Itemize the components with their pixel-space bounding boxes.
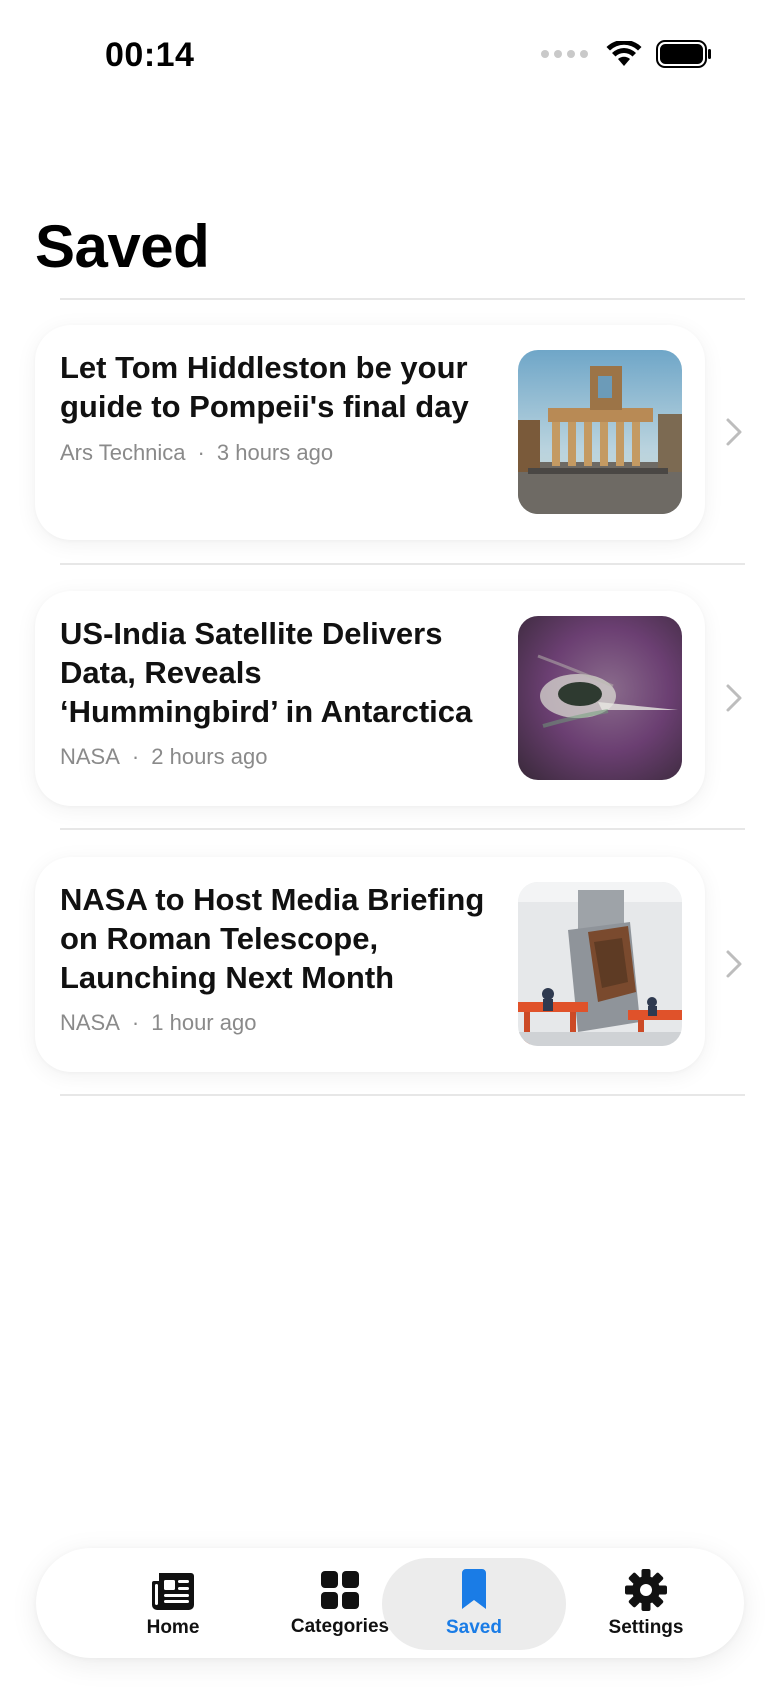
tab-bar: Home Categories Saved Settings: [36, 1548, 744, 1658]
article-title: NASA to Host Media Briefing on Roman Tel…: [60, 882, 485, 995]
page-title: Saved: [35, 213, 210, 280]
article-thumbnail: [518, 616, 682, 780]
chevron-right-icon[interactable]: [725, 949, 743, 979]
article-title: US-India Satellite Delivers Data, Reveal…: [60, 616, 473, 729]
status-time: 00:14: [105, 36, 195, 74]
article-title: Let Tom Hiddleston be your guide to Pomp…: [60, 350, 469, 424]
tab-label: Home: [146, 1617, 200, 1638]
meta-separator: ·: [131, 744, 140, 769]
divider: [60, 1094, 745, 1096]
article-meta: Ars Technica · 3 hours ago: [60, 440, 333, 466]
divider: [60, 298, 745, 300]
tab-saved[interactable]: Saved: [382, 1558, 566, 1650]
article-card[interactable]: Let Tom Hiddleston be your guide to Pomp…: [35, 325, 705, 540]
meta-separator: ·: [197, 440, 205, 465]
meta-separator: ·: [131, 1010, 140, 1035]
divider: [60, 563, 745, 565]
article-meta: NASA · 1 hour ago: [60, 1010, 256, 1036]
tab-label: Categories: [290, 1616, 390, 1637]
tab-label: Settings: [608, 1617, 684, 1638]
article-source: NASA: [60, 1010, 120, 1035]
battery-icon: [656, 40, 711, 68]
divider: [60, 828, 745, 830]
article-card[interactable]: NASA to Host Media Briefing on Roman Tel…: [35, 857, 705, 1072]
tab-settings[interactable]: Settings: [554, 1558, 738, 1650]
saved-screen: 00:14 Saved Let Tom Hiddleston be your g…: [0, 0, 780, 1695]
article-card[interactable]: US-India Satellite Delivers Data, Reveal…: [35, 591, 705, 806]
article-source: Ars Technica: [60, 440, 186, 465]
status-icons: [541, 40, 712, 68]
tab-label: Saved: [446, 1617, 502, 1638]
wifi-icon: [606, 41, 642, 66]
article-time: 3 hours ago: [216, 440, 334, 465]
chevron-right-icon[interactable]: [725, 417, 743, 447]
gear-icon: [625, 1569, 667, 1611]
article-source: NASA: [60, 744, 120, 769]
chevron-right-icon[interactable]: [725, 683, 743, 713]
article-thumbnail: [518, 350, 682, 514]
newspaper-icon: [152, 1573, 194, 1610]
article-time: 2 hours ago: [151, 744, 268, 769]
tab-home[interactable]: Home: [81, 1558, 265, 1650]
article-meta: NASA · 2 hours ago: [60, 744, 267, 770]
cellular-signal-icon: [541, 50, 588, 58]
bookmark-icon: [462, 1569, 486, 1609]
article-thumbnail: [518, 882, 682, 1046]
grid-icon: [321, 1571, 359, 1609]
article-time: 1 hour ago: [151, 1010, 257, 1035]
